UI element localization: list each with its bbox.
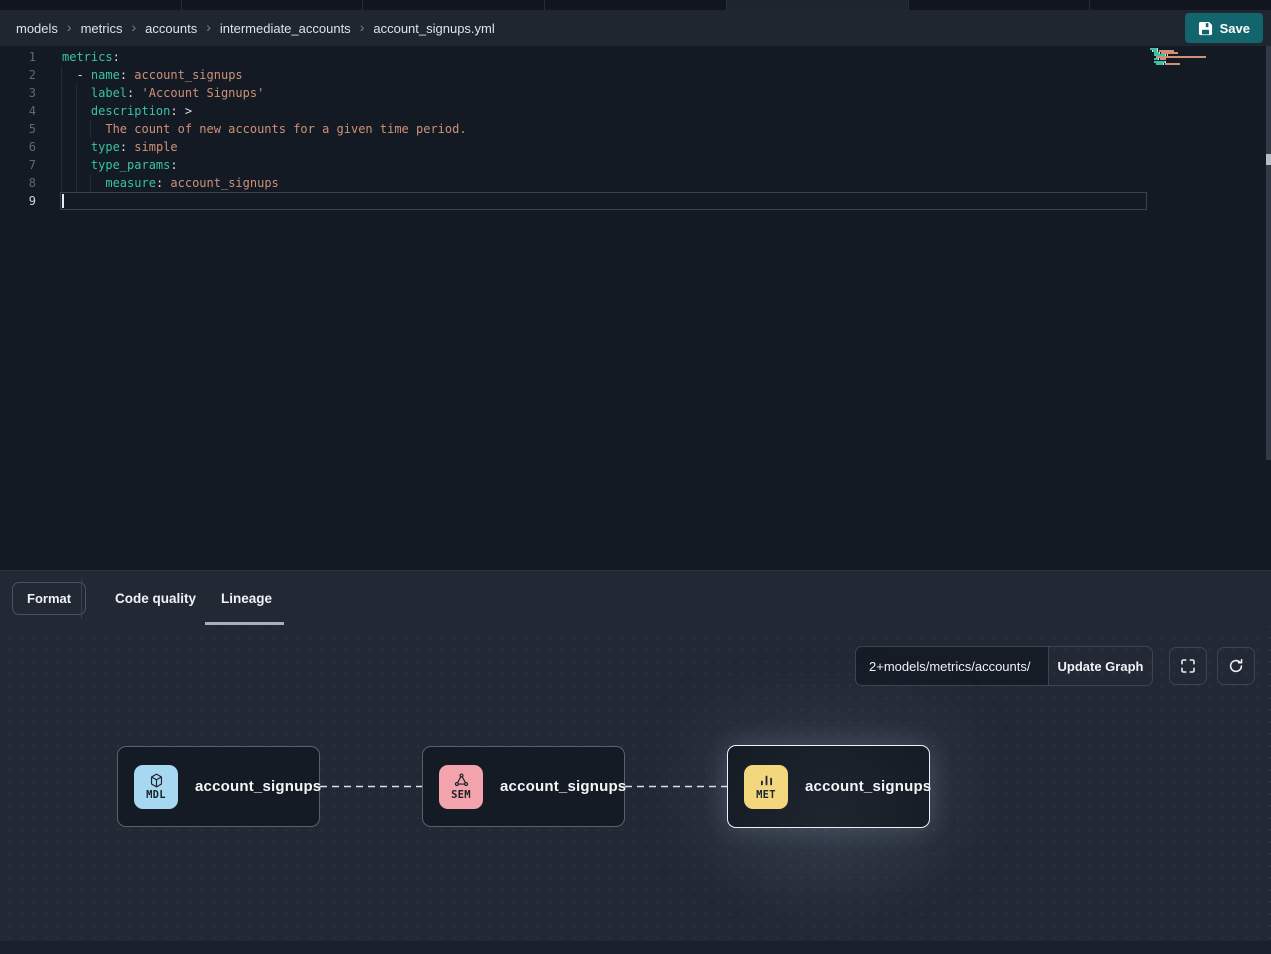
code-line[interactable]: 2 - name: account_signups [0, 66, 1271, 84]
update-graph-button[interactable]: Update Graph [1048, 647, 1152, 685]
refresh-button[interactable] [1217, 647, 1255, 685]
code-line[interactable]: 4 description: > [0, 102, 1271, 120]
tab-code-quality[interactable]: Code quality [115, 571, 196, 625]
code-line[interactable]: 9 [0, 192, 1271, 210]
node-type-label: MDL [146, 790, 166, 802]
code-line[interactable]: 6 type: simple [0, 138, 1271, 156]
node-label: account_signups [195, 778, 321, 795]
top-tab[interactable] [0, 0, 182, 10]
line-number: 5 [0, 120, 36, 138]
code-line[interactable]: 5 The count of new accounts for a given … [0, 120, 1271, 138]
format-button[interactable]: Format [12, 582, 86, 615]
app-window: models › metrics › accounts › intermediate_acc… [0, 0, 1271, 954]
line-number: 6 [0, 138, 36, 156]
top-tab[interactable] [363, 0, 545, 10]
line-number: 1 [0, 48, 36, 66]
top-tab[interactable] [727, 0, 909, 10]
metric-chart-icon [758, 772, 775, 789]
active-tab-underline [205, 622, 284, 625]
node-label: account_signups [500, 778, 626, 795]
line-number: 4 [0, 102, 36, 120]
node-label: account_signups [805, 778, 931, 795]
cube-icon [148, 772, 165, 789]
panel-tab-row: Format Code quality Lineage [0, 571, 1271, 626]
lineage-canvas[interactable]: Update Graph MDLaccount_signupsSEMacco [0, 626, 1271, 942]
fullscreen-button[interactable] [1169, 647, 1207, 685]
breadcrumb-item[interactable]: models [16, 21, 58, 36]
lineage-node-mdl[interactable]: MDL account_signups [117, 746, 320, 827]
lineage-node-met[interactable]: MET account_signups [727, 745, 930, 828]
chevron-right-icon: › [131, 20, 136, 34]
line-number: 9 [0, 192, 36, 210]
top-tab-strip [0, 0, 1271, 10]
bottom-panel: Format Code quality Lineage Update Graph [0, 570, 1271, 954]
chevron-right-icon: › [360, 20, 365, 34]
code-editor[interactable]: 1metrics:2 - name: account_signups3 labe… [0, 46, 1271, 570]
lineage-node-sem[interactable]: SEM account_signups [422, 746, 625, 827]
top-tab[interactable] [182, 0, 364, 10]
code-lines: 1metrics:2 - name: account_signups3 labe… [0, 48, 1271, 210]
code-line[interactable]: 7 type_params: [0, 156, 1271, 174]
breadcrumb-item[interactable]: metrics [81, 21, 123, 36]
line-number: 8 [0, 174, 36, 192]
line-number: 7 [0, 156, 36, 174]
breadcrumb-item[interactable]: accounts [145, 21, 197, 36]
scrollbar-thumb[interactable] [1266, 154, 1271, 165]
line-number: 2 [0, 66, 36, 84]
breadcrumb-item[interactable]: account_signups.yml [373, 21, 494, 36]
save-button[interactable]: Save [1185, 13, 1263, 43]
node-type-label: SEM [451, 790, 471, 802]
code-line[interactable]: 1metrics: [0, 48, 1271, 66]
top-tab[interactable] [1090, 0, 1271, 10]
divider [81, 579, 82, 619]
lineage-selector-input[interactable] [856, 647, 1048, 685]
top-tab[interactable] [545, 0, 727, 10]
fullscreen-icon [1179, 657, 1197, 675]
top-tab[interactable] [909, 0, 1091, 10]
editor-header: models › metrics › accounts › intermediate_acc… [0, 10, 1271, 46]
breadcrumb-item[interactable]: intermediate_accounts [220, 21, 351, 36]
minimap[interactable] [1150, 48, 1214, 67]
chevron-right-icon: › [206, 20, 211, 34]
breadcrumb: models › metrics › accounts › intermediate_acc… [16, 21, 495, 36]
line-number: 3 [0, 84, 36, 102]
save-button-label: Save [1220, 21, 1250, 36]
refresh-icon [1227, 657, 1245, 675]
tab-lineage[interactable]: Lineage [221, 571, 272, 625]
scrollbar[interactable] [1266, 46, 1271, 460]
node-type-badge: MDL [134, 765, 178, 809]
node-type-badge: MET [744, 765, 788, 809]
node-type-label: MET [756, 790, 776, 802]
code-line[interactable]: 8 measure: account_signups [0, 174, 1271, 192]
chevron-right-icon: › [67, 20, 72, 34]
bottom-edge-strip [0, 941, 1271, 954]
save-floppy-icon [1198, 21, 1213, 36]
code-line[interactable]: 3 label: 'Account Signups' [0, 84, 1271, 102]
node-type-badge: SEM [439, 765, 483, 809]
lineage-selector-group: Update Graph [855, 646, 1153, 686]
semantic-model-icon [453, 772, 470, 789]
